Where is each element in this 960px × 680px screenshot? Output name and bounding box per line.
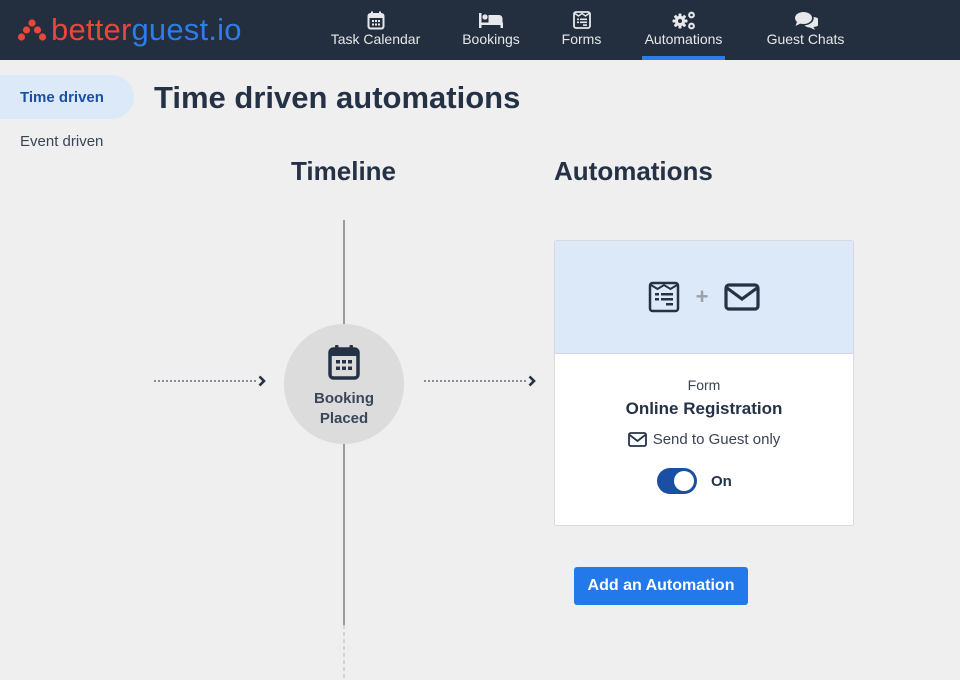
automation-toggle[interactable] — [657, 468, 697, 494]
nav-automations[interactable]: Automations — [642, 0, 725, 60]
timeline-line-bottom — [343, 444, 345, 625]
nav-label: Guest Chats — [766, 31, 845, 47]
dotted-connector — [424, 380, 528, 382]
sidebar-item-label: Time driven — [20, 88, 104, 106]
nav-guest-chats[interactable]: Guest Chats — [765, 0, 846, 60]
automation-recipient: Send to Guest only — [555, 431, 853, 448]
toggle-knob — [674, 471, 694, 491]
form-icon — [648, 281, 679, 313]
plus-icon: + — [695, 284, 709, 309]
toggle-label: On — [711, 472, 732, 490]
add-automation-button[interactable]: Add an Automation — [574, 567, 748, 605]
logo-text-better: better — [51, 12, 132, 47]
automation-name: Online Registration — [625, 399, 783, 418]
envelope-outline-icon — [627, 432, 647, 447]
automation-card[interactable]: + Form Online Registration Send to Guest… — [554, 240, 854, 526]
nav-forms[interactable]: Forms — [561, 0, 602, 60]
timeline-node-label: Booking Placed — [314, 389, 374, 429]
gears-icon — [671, 10, 697, 30]
calendar-icon — [367, 10, 385, 30]
nav-task-calendar[interactable]: Task Calendar — [330, 0, 421, 60]
active-tab-indicator — [642, 56, 725, 60]
chat-bubbles-icon — [794, 10, 818, 30]
chevron-right-icon — [258, 375, 266, 387]
page-title: Time driven automations — [154, 80, 521, 115]
dotted-connector — [154, 380, 258, 382]
automations-heading: Automations — [554, 156, 713, 186]
outgoing-arrow — [424, 374, 536, 388]
sidebar-item-label: Event driven — [20, 132, 104, 150]
bed-icon — [479, 10, 503, 30]
automation-card-header: + — [555, 241, 853, 354]
logo[interactable]: betterguest.io — [17, 12, 242, 48]
logo-text: betterguest.io — [51, 12, 242, 48]
nav-label: Task Calendar — [330, 31, 421, 47]
form-icon — [572, 10, 591, 30]
nav-bookings[interactable]: Bookings — [461, 0, 521, 60]
incoming-arrow — [154, 374, 266, 388]
timeline-node-booking-placed[interactable]: Booking Placed — [284, 324, 404, 444]
sidebar-item-event-driven[interactable]: Event driven — [0, 119, 103, 163]
node-label-line2: Placed — [319, 410, 369, 427]
envelope-icon — [724, 283, 761, 311]
sidebar-item-time-driven[interactable]: Time driven — [0, 75, 134, 119]
nav-label: Automations — [644, 31, 723, 47]
calendar-icon — [328, 344, 360, 385]
chevron-right-icon — [528, 375, 536, 387]
timeline-line-dashed-end — [343, 625, 345, 680]
automation-type: Form — [687, 377, 721, 393]
nav-label: Forms — [561, 31, 602, 47]
top-navigation-bar: betterguest.io Task Calendar Bookings Fo… — [0, 0, 960, 60]
node-label-line1: Booking — [314, 390, 374, 407]
nav-label: Bookings — [462, 31, 520, 47]
recipient-label: Send to Guest only — [652, 431, 781, 448]
logo-dots-icon — [17, 19, 47, 41]
timeline-heading: Timeline — [291, 156, 397, 186]
logo-text-guest: guest.io — [131, 12, 242, 47]
timeline-line-top — [343, 220, 345, 324]
toggle-row: On — [555, 468, 853, 494]
